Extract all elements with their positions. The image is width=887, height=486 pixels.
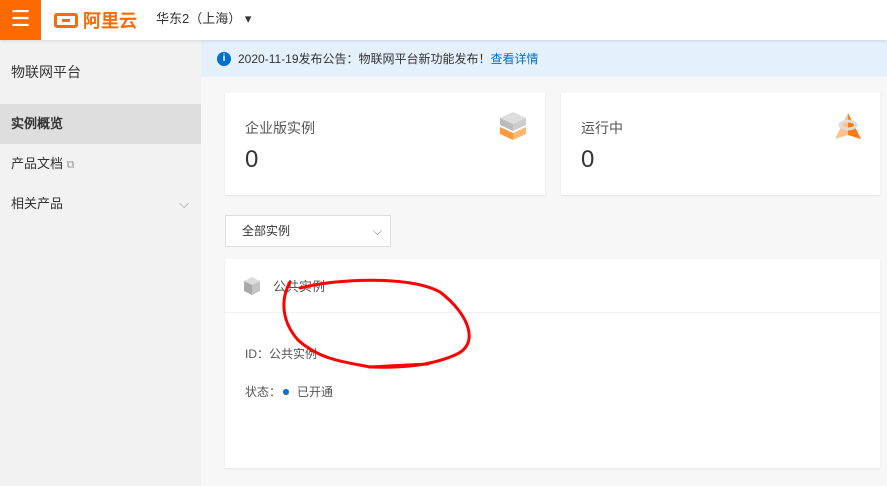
instance-id-row: ID：公共实例 bbox=[245, 347, 318, 361]
sidebar-item-docs[interactable]: 产品文档 ⧉ bbox=[0, 144, 201, 184]
status-dot-icon bbox=[283, 389, 290, 395]
sidebar-item-related[interactable]: 相关产品 ⌵ bbox=[0, 184, 201, 224]
instance-filter-select[interactable]: 全部实例 ⌵ bbox=[225, 215, 391, 247]
caret-down-icon: ▾ bbox=[244, 11, 252, 26]
server-icon bbox=[244, 276, 260, 295]
menu-button[interactable]: ☰ bbox=[0, 0, 41, 40]
region-selector[interactable]: 华东2（上海） ▾ bbox=[156, 8, 251, 27]
panel-header: 公共实例 bbox=[225, 259, 880, 313]
sidebar-item-overview[interactable]: 实例概览 bbox=[0, 104, 201, 144]
aliyun-logo[interactable]: 阿里云 bbox=[54, 7, 137, 33]
instance-status-row: 状态： 已开通 bbox=[245, 385, 334, 399]
menu-icon: ☰ bbox=[10, 6, 31, 31]
sidebar: 物联网平台 实例概览 产品文档 ⧉ 相关产品 ⌵ bbox=[0, 40, 201, 486]
chevron-down-icon: ⌵ bbox=[179, 196, 189, 211]
public-instance-panel[interactable]: 公共实例 ID：公共实例 状态： 已开通 bbox=[225, 259, 880, 468]
main-content: i 2020-11-19发布公告：物联网平台新功能发布！ 查看详情 企业版实例 0… bbox=[201, 40, 887, 486]
server-stack-icon bbox=[500, 112, 526, 140]
sidebar-title: 物联网平台 bbox=[11, 64, 81, 80]
info-icon: i bbox=[217, 51, 231, 66]
logo-mark-icon bbox=[54, 12, 78, 28]
enterprise-instances-card: 企业版实例 0 bbox=[225, 93, 545, 195]
chevron-down-icon: ⌵ bbox=[372, 224, 382, 238]
notice-details-link[interactable]: 查看详情 bbox=[491, 50, 539, 67]
notice-bar: i 2020-11-19发布公告：物联网平台新功能发布！ 查看详情 bbox=[201, 40, 887, 77]
external-link-icon: ⧉ bbox=[66, 159, 75, 171]
top-bar: ☰ 阿里云 华东2（上海） ▾ bbox=[0, 0, 887, 40]
pyramid-icon bbox=[835, 113, 861, 139]
running-instances-card: 运行中 0 bbox=[561, 93, 880, 195]
